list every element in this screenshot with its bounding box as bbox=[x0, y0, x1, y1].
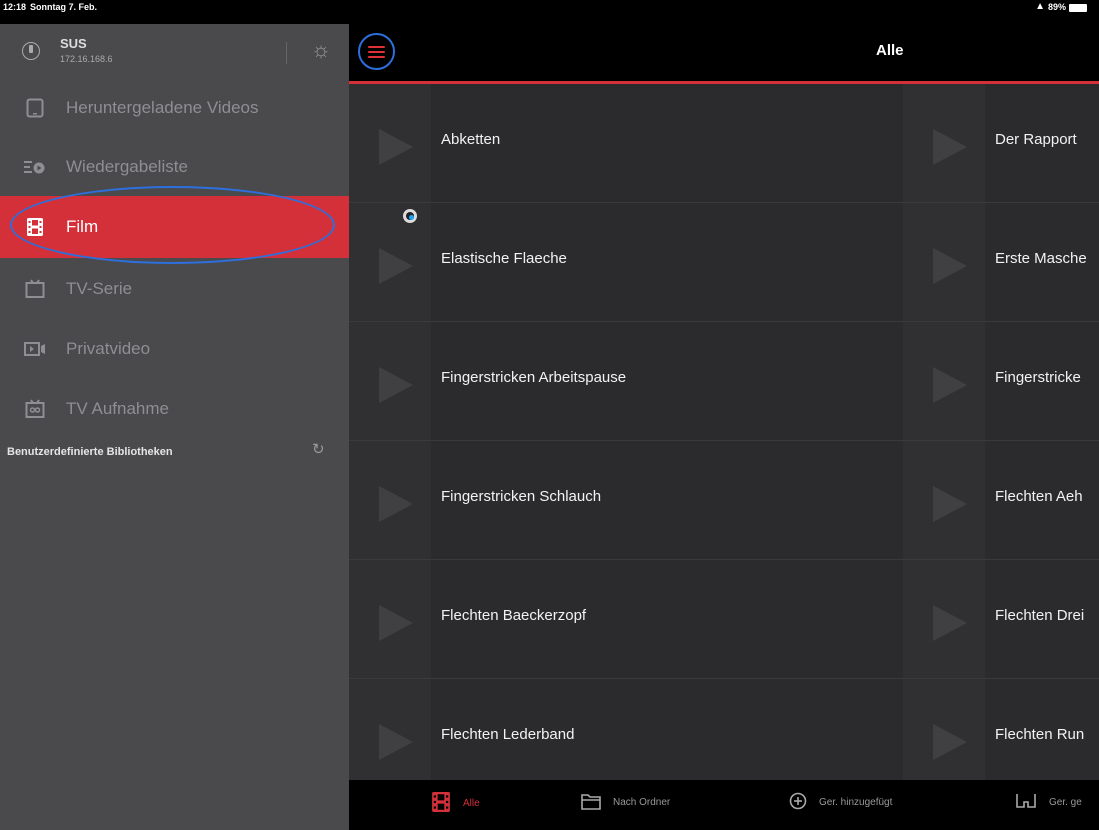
video-thumbnail bbox=[349, 441, 431, 559]
video-thumbnail bbox=[903, 560, 985, 678]
progress-indicator-icon bbox=[403, 209, 417, 223]
video-title: Fingerstricken Arbeitspause bbox=[441, 369, 627, 386]
video-title: Abketten bbox=[441, 131, 501, 148]
play-icon bbox=[933, 605, 967, 641]
battery-level: 89% bbox=[1047, 2, 1066, 12]
server-address: 172.16.168.6 bbox=[60, 54, 113, 64]
tab-recently-watched[interactable]: Ger. ge bbox=[1015, 792, 1082, 813]
play-icon bbox=[933, 486, 967, 522]
sidebar-item-private-video[interactable]: Privatvideo bbox=[0, 318, 349, 380]
top-bar: Alle bbox=[349, 24, 1099, 84]
gear-icon[interactable]: ☼ bbox=[310, 39, 332, 61]
sidebar-item-label: Wiedergabeliste bbox=[66, 157, 188, 176]
tab-by-folder[interactable]: Nach Ordner bbox=[581, 792, 670, 813]
tv-icon bbox=[24, 278, 46, 300]
video-title: Der Rapport bbox=[995, 131, 1077, 148]
video-title: Flechten Aeh bbox=[995, 488, 1083, 505]
bottom-tab-bar: Alle Nach Ordner Ger. hinzugefügt Ger. g… bbox=[349, 780, 1099, 830]
play-icon bbox=[379, 248, 413, 284]
status-time: 12:18 bbox=[3, 2, 27, 12]
video-thumbnail bbox=[349, 203, 431, 321]
battery-icon bbox=[1069, 3, 1087, 12]
play-icon bbox=[933, 724, 967, 760]
sidebar-item-label: Privatvideo bbox=[66, 339, 151, 358]
video-grid: Abketten Der Rapport Elastische Flaeche … bbox=[349, 84, 1099, 797]
video-thumbnail bbox=[903, 441, 985, 559]
sidebar-item-downloaded-videos[interactable]: Heruntergeladene Videos bbox=[0, 77, 349, 139]
user-icon bbox=[22, 42, 40, 60]
play-icon bbox=[933, 248, 967, 284]
video-item[interactable]: Fingerstricken Schlauch bbox=[349, 441, 903, 560]
video-item[interactable]: Fingerstricken Arbeitspause bbox=[349, 322, 903, 441]
play-icon bbox=[379, 724, 413, 760]
film-icon bbox=[24, 216, 46, 238]
divider bbox=[286, 42, 287, 64]
video-thumbnail bbox=[349, 322, 431, 440]
playlist-icon bbox=[24, 156, 46, 178]
wifi-icon: ▲ bbox=[1035, 1, 1045, 12]
video-thumbnail bbox=[903, 322, 985, 440]
tab-label: Ger. hinzugefügt bbox=[819, 797, 893, 808]
glasses-icon bbox=[1015, 792, 1037, 813]
film-icon bbox=[431, 792, 451, 815]
tv-recording-icon bbox=[24, 398, 46, 420]
play-icon bbox=[379, 129, 413, 165]
video-title: Flechten Lederband bbox=[441, 726, 575, 743]
play-icon bbox=[379, 605, 413, 641]
video-thumbnail bbox=[903, 84, 985, 202]
status-bar: 12:18 Sonntag 7. Feb. ▲ 89% bbox=[0, 0, 1099, 24]
sidebar: SUS 172.16.168.6 ☼ Heruntergeladene Vide… bbox=[0, 24, 349, 830]
sidebar-item-label: Heruntergeladene Videos bbox=[66, 98, 259, 117]
video-thumbnail bbox=[903, 203, 985, 321]
sidebar-item-tv-series[interactable]: TV-Serie bbox=[0, 258, 349, 320]
video-item[interactable]: Abketten bbox=[349, 84, 903, 203]
play-icon bbox=[933, 367, 967, 403]
tab-recently-added[interactable]: Ger. hinzugefügt bbox=[789, 792, 892, 813]
tab-label: Nach Ordner bbox=[613, 797, 671, 808]
video-title: Flechten Baeckerzopf bbox=[441, 607, 587, 624]
video-item[interactable]: Flechten Aeh bbox=[903, 441, 1099, 560]
add-circle-icon bbox=[789, 792, 807, 813]
tab-label: Ger. ge bbox=[1049, 797, 1082, 808]
video-item[interactable]: Fingerstricke bbox=[903, 322, 1099, 441]
hamburger-menu-button[interactable] bbox=[358, 33, 395, 70]
video-title: Fingerstricke bbox=[995, 369, 1081, 386]
tab-label: Alle bbox=[463, 798, 480, 809]
play-icon bbox=[379, 486, 413, 522]
sidebar-item-label: Film bbox=[66, 217, 99, 236]
sidebar-item-tv-recording[interactable]: TV Aufnahme bbox=[0, 378, 349, 440]
video-item[interactable]: Der Rapport bbox=[903, 84, 1099, 203]
play-icon bbox=[379, 367, 413, 403]
play-icon bbox=[933, 129, 967, 165]
sidebar-item-label: TV-Serie bbox=[66, 279, 133, 298]
status-date: Sonntag 7. Feb. bbox=[30, 2, 98, 12]
refresh-icon[interactable]: ↻ bbox=[312, 440, 325, 458]
sidebar-item-label: TV Aufnahme bbox=[66, 399, 170, 418]
video-title: Erste Masche bbox=[995, 250, 1087, 267]
page-title: Alle bbox=[876, 42, 904, 59]
custom-libraries-heading: Benutzerdefinierte Bibliotheken bbox=[7, 446, 173, 458]
sidebar-item-film[interactable]: Film bbox=[0, 196, 349, 258]
video-item[interactable]: Flechten Baeckerzopf bbox=[349, 560, 903, 679]
video-title: Flechten Run bbox=[995, 726, 1085, 743]
video-item[interactable]: Erste Masche bbox=[903, 203, 1099, 322]
tablet-icon bbox=[24, 97, 46, 119]
sidebar-item-playlist[interactable]: Wiedergabeliste bbox=[0, 136, 349, 198]
camera-icon bbox=[24, 338, 46, 360]
battery-indicator: ▲ 89% bbox=[1035, 0, 1087, 19]
folder-icon bbox=[581, 792, 601, 813]
video-title: Flechten Drei bbox=[995, 607, 1085, 624]
video-thumbnail bbox=[349, 84, 431, 202]
user-name: SUS bbox=[60, 36, 87, 51]
video-title: Elastische Flaeche bbox=[441, 250, 567, 267]
video-item[interactable]: Flechten Drei bbox=[903, 560, 1099, 679]
video-item[interactable]: Elastische Flaeche bbox=[349, 203, 903, 322]
tab-all[interactable]: Alle bbox=[431, 792, 480, 815]
video-title: Fingerstricken Schlauch bbox=[441, 488, 602, 505]
video-thumbnail bbox=[349, 560, 431, 678]
